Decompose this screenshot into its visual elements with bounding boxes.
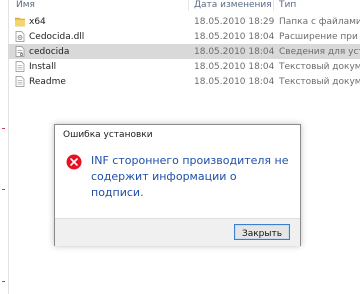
nav-marker (2, 128, 5, 129)
nav-marker (2, 189, 5, 190)
file-name: x64 (29, 17, 46, 27)
file-row-cedocida-inf[interactable]: cedocida 18.05.2010 18:04 Сведения для у… (8, 44, 360, 59)
column-separator[interactable] (273, 0, 274, 11)
dialog-message: INF стороннего производителя не содержит… (91, 154, 289, 199)
file-name: Install (29, 62, 57, 72)
column-date-header[interactable]: Дата изменения (194, 0, 272, 10)
dll-file-icon (15, 31, 25, 42)
dialog-footer: Закрыть (55, 218, 300, 246)
install-error-dialog: Ошибка установки INF стороннего производ… (54, 124, 301, 246)
file-date: 18.05.2010 18:29 (194, 17, 275, 27)
file-row-install[interactable]: Install 18.05.2010 18:04 Текстовый докум (8, 59, 360, 74)
file-date: 18.05.2010 18:04 (194, 47, 275, 57)
dialog-title: Ошибка установки (63, 130, 153, 140)
file-row-readme[interactable]: Readme 18.05.2010 18:04 Текстовый докум (8, 74, 360, 89)
file-row-x64[interactable]: x64 18.05.2010 18:29 Папка с файлами (8, 14, 360, 29)
text-file-icon (15, 61, 25, 72)
column-separator[interactable] (188, 0, 189, 11)
error-icon (66, 154, 82, 170)
file-type: Расширение при (279, 32, 358, 42)
file-name: Readme (29, 77, 66, 87)
file-row-cedocida-dll[interactable]: Cedocida.dll 18.05.2010 18:04 Расширение… (8, 29, 360, 44)
file-type: Текстовый докум (279, 62, 360, 72)
column-name-header[interactable]: Имя (16, 0, 35, 10)
file-name: cedocida (29, 47, 70, 57)
nav-marker (2, 281, 5, 282)
file-date: 18.05.2010 18:04 (194, 62, 275, 72)
folder-icon (15, 17, 25, 27)
file-date: 18.05.2010 18:04 (194, 32, 275, 42)
file-type: Папка с файлами (279, 17, 360, 27)
column-header: Имя Дата изменения Тип (8, 0, 360, 12)
dialog-body: INF стороннего производителя не содержит… (55, 146, 300, 218)
file-name: Cedocida.dll (29, 32, 85, 42)
file-type: Сведения для уст (279, 47, 360, 57)
column-type-header[interactable]: Тип (279, 0, 296, 10)
file-explorer-window: Имя Дата изменения Тип x64 18.05.2010 18… (0, 0, 360, 294)
text-file-icon (15, 76, 25, 87)
file-date: 18.05.2010 18:04 (194, 77, 275, 87)
inf-file-icon (15, 46, 25, 57)
close-button[interactable]: Закрыть (234, 224, 290, 240)
file-type: Текстовый докум (279, 77, 360, 87)
